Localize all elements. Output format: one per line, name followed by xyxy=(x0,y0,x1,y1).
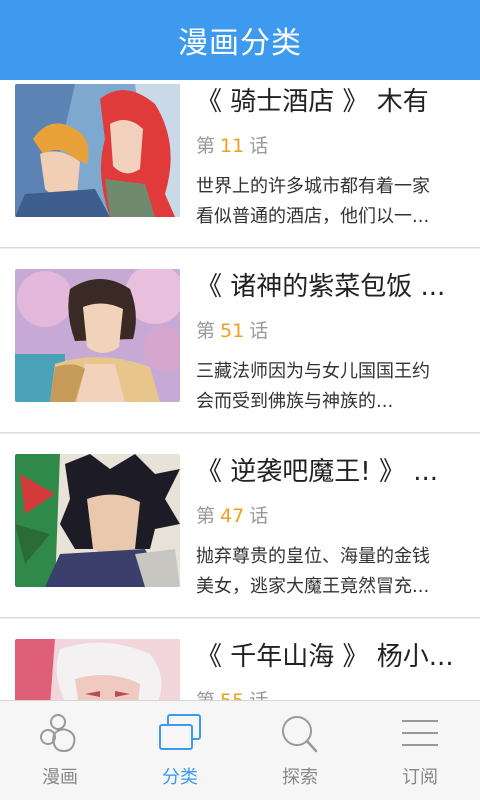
chapter-prefix: 第 xyxy=(196,505,216,527)
page-title: 漫画分类 xyxy=(178,26,302,61)
comic-list[interactable]: 《 骑士酒店 》 木有 第 11 话 世界上的许多城市都有着一家 看似普通的酒店，他… xyxy=(0,80,480,700)
comic-title: 《 骑士酒店 》 木有 xyxy=(196,87,429,117)
chapter-number: 47 xyxy=(220,505,245,527)
chapter-prefix: 第 xyxy=(196,690,215,700)
chapter-number: 55 xyxy=(220,690,244,700)
chapter-suffix: 话 xyxy=(249,505,269,527)
tab-explore[interactable]: 探索 xyxy=(240,701,360,800)
comic-title: 《 逆袭吧魔王! 》 ... xyxy=(196,457,439,487)
bottom-tab-bar: 漫画 分类 探索 订阅 xyxy=(0,700,480,800)
description-line: 抛弃尊贵的皇位、海量的金钱 xyxy=(196,546,430,567)
comic-description: 三藏法师因为与女儿国国王约 会而受到佛族与神族的... xyxy=(196,357,461,417)
chapter-prefix: 第 xyxy=(196,320,216,342)
chapter-suffix: 话 xyxy=(249,690,268,700)
description-line: 三藏法师因为与女儿国国王约 xyxy=(196,361,430,382)
chapter-info: 第 51 话 xyxy=(196,318,268,344)
tab-label: 分类 xyxy=(162,767,198,788)
tab-label: 漫画 xyxy=(42,767,78,788)
chapter-info: 第 47 话 xyxy=(196,503,268,529)
tab-label: 探索 xyxy=(282,767,318,788)
comic-cover xyxy=(15,639,180,700)
comic-title: 《 千年山海 》 杨小... xyxy=(196,642,454,672)
description-line: 美女，逃家大魔王竟然冒充... xyxy=(196,576,430,597)
search-icon xyxy=(282,716,318,753)
app-header: 漫画分类 xyxy=(0,0,480,80)
tab-comic[interactable]: 漫画 xyxy=(0,701,120,800)
comic-description: 世界上的许多城市都有着一家 看似普通的酒店，他们以一... xyxy=(196,172,461,232)
comic-icon xyxy=(40,714,76,753)
subscribe-icon xyxy=(402,720,438,746)
comic-title: 《 诸神的紫菜包饭 ... xyxy=(196,272,446,302)
tab-label: 订阅 xyxy=(402,767,438,788)
list-item[interactable]: 《 千年山海 》 杨小... 第 55 话 xyxy=(0,619,480,700)
list-item[interactable]: 《 诸神的紫菜包饭 ... 第 51 话 三藏法师因为与女儿国国王约 会而受到佛族与… xyxy=(0,249,480,433)
tab-category[interactable]: 分类 xyxy=(120,701,240,800)
chapter-prefix: 第 xyxy=(196,135,216,157)
category-icon xyxy=(159,714,201,750)
chapter-suffix: 话 xyxy=(249,135,269,157)
comic-cover xyxy=(15,84,180,217)
chapter-number: 51 xyxy=(220,320,245,342)
tab-subscribe[interactable]: 订阅 xyxy=(360,701,480,800)
chapter-info: 第 55 话 xyxy=(196,688,268,700)
description-line: 会而受到佛族与神族的... xyxy=(196,391,394,412)
comic-cover xyxy=(15,269,180,402)
list-item[interactable]: 《 骑士酒店 》 木有 第 11 话 世界上的许多城市都有着一家 看似普通的酒店，他… xyxy=(0,80,480,248)
chapter-info: 第 11 话 xyxy=(196,133,268,159)
description-line: 世界上的许多城市都有着一家 xyxy=(196,176,430,197)
comic-cover xyxy=(15,454,180,587)
chapter-suffix: 话 xyxy=(249,320,269,342)
chapter-number: 11 xyxy=(220,135,245,157)
list-item[interactable]: 《 逆袭吧魔王! 》 ... 第 47 话 抛弃尊贵的皇位、海量的金钱 美女，逃家大… xyxy=(0,434,480,618)
comic-description: 抛弃尊贵的皇位、海量的金钱 美女，逃家大魔王竟然冒充... xyxy=(196,542,461,602)
description-line: 看似普通的酒店，他们以一... xyxy=(196,206,430,227)
